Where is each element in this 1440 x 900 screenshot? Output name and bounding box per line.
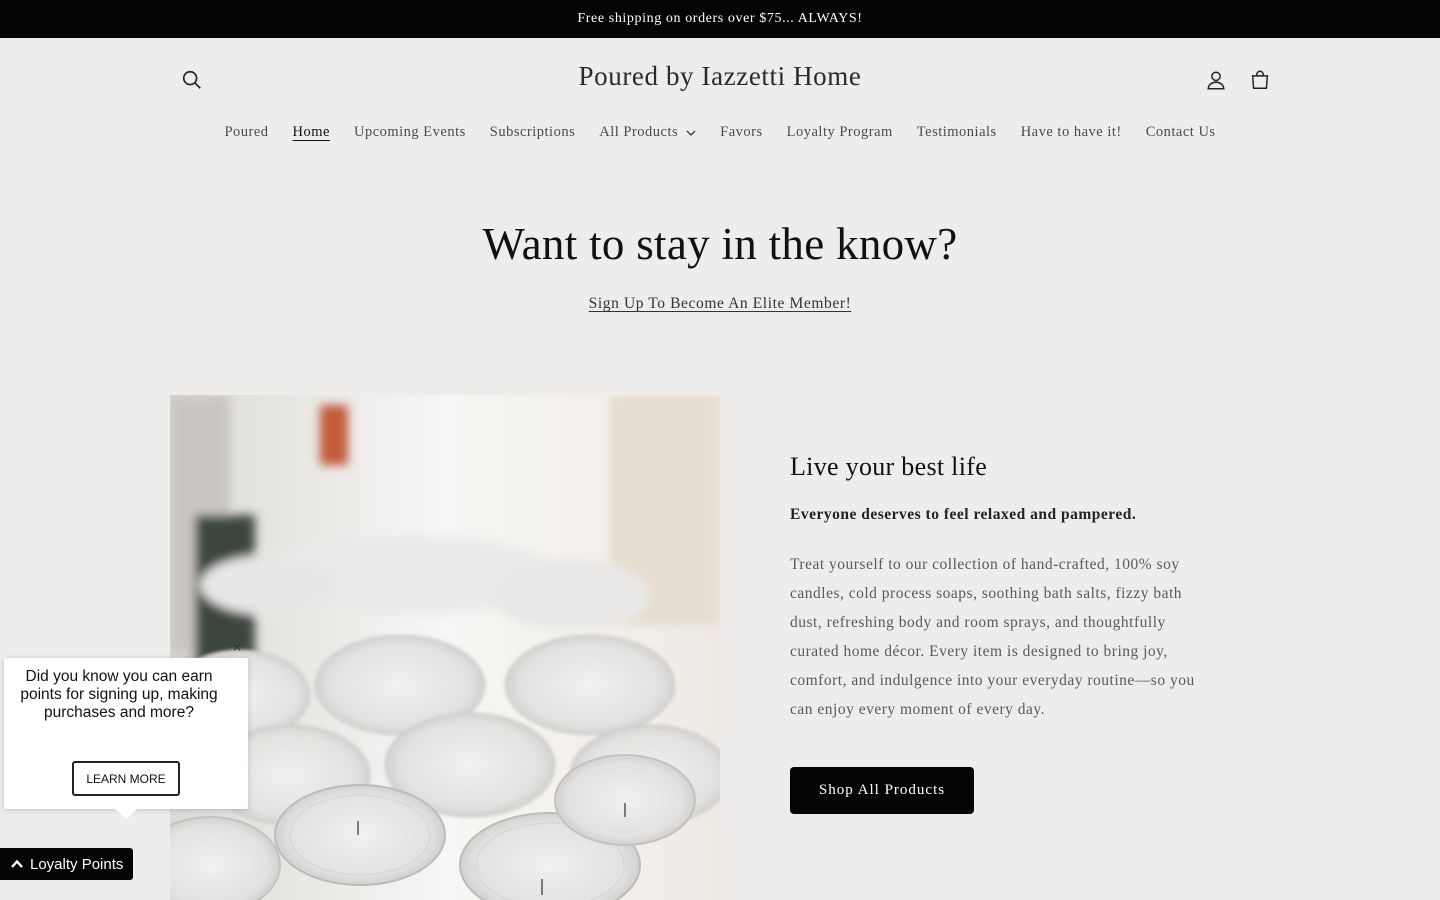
shop-all-products-button[interactable]: Shop All Products xyxy=(790,767,974,814)
nav-item-have-to-have-it[interactable]: Have to have it! xyxy=(1009,120,1134,145)
cart-icon xyxy=(1251,70,1269,89)
candles-image xyxy=(170,395,720,900)
nav-item-home[interactable]: Home xyxy=(281,120,342,145)
feature-heading: Live your best life xyxy=(790,452,988,481)
loyalty-points-tab[interactable]: Loyalty Points xyxy=(0,848,133,880)
nav-item-favors[interactable]: Favors xyxy=(708,120,774,145)
nav-item-upcoming-events[interactable]: Upcoming Events xyxy=(342,120,478,145)
loyalty-tab-label: Loyalty Points xyxy=(30,855,124,873)
announcement-text: Free shipping on orders over $75... ALWA… xyxy=(577,11,863,26)
signup-link[interactable]: Sign Up To Become An Elite Member! xyxy=(589,295,852,312)
nav-item-contact-us[interactable]: Contact Us xyxy=(1134,120,1228,145)
chevron-down-icon xyxy=(686,130,696,136)
nav-item-label: All Products xyxy=(599,124,679,140)
popup-close-button[interactable]: × xyxy=(233,639,241,655)
chevron-up-icon xyxy=(11,859,23,868)
nav-item-label: Upcoming Events xyxy=(353,124,466,140)
popup-pointer xyxy=(115,809,137,819)
nav-item-loyalty-program[interactable]: Loyalty Program xyxy=(775,120,905,145)
feature-copy: Live your best life Everyone deserves to… xyxy=(790,452,1210,724)
hero-title: Want to stay in the know? xyxy=(482,219,958,269)
nav-item-all-products[interactable]: All Products xyxy=(587,120,708,145)
popup-text: Did you know you can earn points for sig… xyxy=(20,668,218,721)
nav-item-label: Poured xyxy=(224,124,269,140)
nav-item-label: Home xyxy=(292,124,330,140)
nav-item-label: Contact Us xyxy=(1145,124,1216,140)
feature-body: Treat yourself to our collection of hand… xyxy=(790,556,1195,718)
nav-item-label: Favors xyxy=(720,124,763,140)
nav-item-testimonials[interactable]: Testimonials xyxy=(905,120,1009,145)
announcement-bar: Free shipping on orders over $75... ALWA… xyxy=(0,0,1440,38)
nav-item-label: Testimonials xyxy=(916,124,997,140)
loyalty-popup: × Did you know you can earn points for s… xyxy=(4,639,248,819)
nav-item-subscriptions[interactable]: Subscriptions xyxy=(478,120,587,145)
learn-more-button[interactable]: LEARN MORE xyxy=(72,761,180,796)
account-icon xyxy=(1207,71,1225,90)
hero-link-wrap: Sign Up To Become An Elite Member! xyxy=(0,295,1440,313)
nav-item-label: Subscriptions xyxy=(489,124,576,140)
feature-subheading: Everyone deserves to feel relaxed and pa… xyxy=(790,506,1137,523)
nav-item-label: Loyalty Program xyxy=(786,124,893,140)
nav-item-poured[interactable]: Poured xyxy=(212,120,280,145)
account-button[interactable] xyxy=(1198,62,1234,98)
main-nav: Poured Home Upcoming Events Subscription… xyxy=(0,120,1440,145)
candles-illustration xyxy=(170,395,720,900)
cart-button[interactable] xyxy=(1242,62,1278,98)
site-header: Poured by Iazzetti Home Poured Home Upco… xyxy=(0,38,1440,158)
nav-item-label: Have to have it! xyxy=(1020,124,1122,140)
